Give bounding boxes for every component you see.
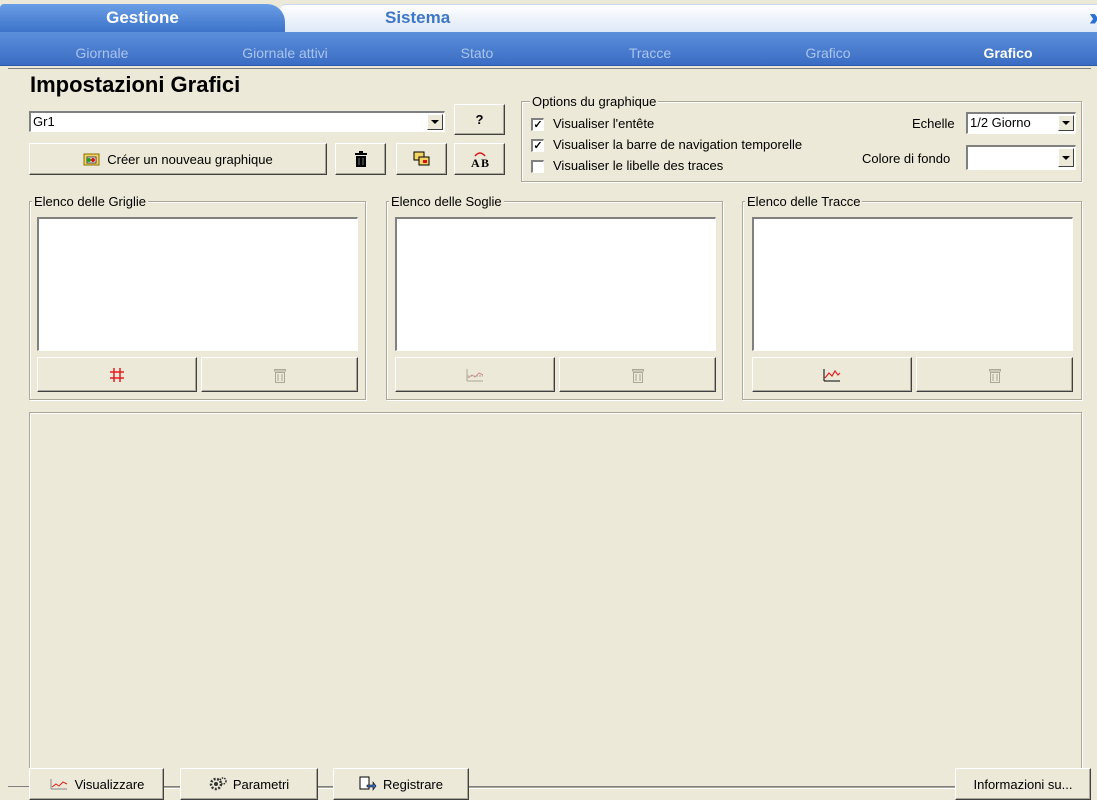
svg-text:B: B bbox=[481, 156, 489, 168]
subnav-giornale[interactable]: Giornale bbox=[22, 45, 182, 61]
create-graph-label: Créer un nouveau graphique bbox=[107, 151, 273, 167]
svg-text:A: A bbox=[471, 156, 480, 168]
delete-threshold-button[interactable] bbox=[559, 357, 716, 392]
delete-graph-button[interactable] bbox=[335, 143, 386, 175]
thresholds-list[interactable] bbox=[395, 217, 716, 351]
footer-divider bbox=[8, 786, 1091, 787]
trace-chart-icon bbox=[823, 368, 841, 381]
delete-trace-button[interactable] bbox=[916, 357, 1073, 392]
grids-list[interactable] bbox=[37, 217, 358, 351]
create-graph-button[interactable]: Créer un nouveau graphique bbox=[29, 143, 327, 175]
visualize-button[interactable]: Visualizzare bbox=[29, 768, 164, 800]
trash-disabled-icon bbox=[631, 368, 644, 383]
trash-disabled-icon bbox=[273, 368, 286, 383]
parameters-button[interactable]: Parametri bbox=[180, 768, 318, 800]
parameters-label: Parametri bbox=[232, 776, 290, 792]
graph-select-value: Gr1 bbox=[33, 114, 55, 129]
subnav-grafico-active[interactable]: Grafico bbox=[928, 45, 1088, 61]
visualize-label: Visualizzare bbox=[74, 776, 145, 792]
save-export-icon bbox=[359, 776, 377, 791]
options-group-title: Options du graphique bbox=[530, 94, 659, 109]
show-header-checkbox[interactable]: ✓ bbox=[531, 118, 544, 131]
subnav-grafico[interactable]: Grafico bbox=[748, 45, 908, 61]
trash-disabled-icon bbox=[988, 368, 1001, 383]
new-graph-icon bbox=[83, 153, 100, 166]
copy-icon bbox=[413, 151, 429, 166]
traces-list[interactable] bbox=[752, 217, 1073, 351]
show-timeline-label: Visualiser la barre de navigation tempor… bbox=[553, 137, 803, 152]
show-trace-labels-label: Visualiser le libelle des traces bbox=[553, 158, 724, 173]
help-button[interactable]: ? bbox=[454, 104, 505, 135]
grid-icon bbox=[110, 367, 124, 382]
tab-sistema[interactable]: Sistema ›› bbox=[280, 4, 1097, 32]
delete-grid-button[interactable] bbox=[201, 357, 358, 392]
gear-icon bbox=[209, 777, 227, 791]
scale-select-arrow-icon[interactable] bbox=[1058, 115, 1074, 131]
duplicate-graph-button[interactable] bbox=[396, 143, 447, 175]
preview-panel bbox=[29, 412, 1082, 788]
scale-select-value: 1/2 Giorno bbox=[970, 115, 1031, 130]
graph-select-arrow-icon[interactable] bbox=[427, 114, 443, 130]
trash-icon bbox=[354, 151, 367, 167]
tab-gestione[interactable]: Gestione bbox=[0, 4, 285, 32]
sub-navigation: Giornale Giornale attivi Stato Tracce Gr… bbox=[0, 32, 1097, 66]
scale-select[interactable]: 1/2 Giorno bbox=[966, 112, 1076, 134]
save-label: Registrare bbox=[383, 776, 443, 792]
subnav-stato[interactable]: Stato bbox=[397, 45, 557, 61]
page-title: Impostazioni Grafici bbox=[30, 72, 241, 97]
background-color-select[interactable] bbox=[966, 145, 1076, 170]
rename-graph-button[interactable]: A B bbox=[454, 143, 505, 175]
thresholds-group-title: Elenco delle Soglie bbox=[389, 194, 504, 209]
add-threshold-button[interactable] bbox=[395, 357, 555, 392]
subnav-giornale-attivi[interactable]: Giornale attivi bbox=[205, 45, 365, 61]
show-trace-labels-checkbox[interactable] bbox=[531, 160, 544, 173]
scale-label: Echelle bbox=[912, 116, 955, 131]
chart-icon bbox=[50, 779, 67, 790]
background-color-arrow-icon[interactable] bbox=[1058, 148, 1074, 167]
threshold-chart-icon bbox=[466, 368, 484, 381]
about-button[interactable]: Informazioni su... bbox=[955, 768, 1091, 800]
add-trace-button[interactable] bbox=[752, 357, 912, 392]
frame-divider bbox=[8, 68, 1091, 69]
save-button[interactable]: Registrare bbox=[333, 768, 469, 800]
background-color-label: Colore di fondo bbox=[862, 151, 951, 166]
grids-group-title: Elenco delle Griglie bbox=[32, 194, 149, 209]
top-tab-bar: Sistema ›› Gestione bbox=[0, 0, 1097, 32]
add-grid-button[interactable] bbox=[37, 357, 197, 392]
expand-chevron-icon[interactable]: ›› bbox=[1089, 5, 1097, 31]
show-timeline-checkbox[interactable]: ✓ bbox=[531, 139, 544, 152]
rename-ab-icon: A B bbox=[471, 152, 489, 168]
graph-select[interactable]: Gr1 bbox=[29, 111, 445, 132]
subnav-tracce[interactable]: Tracce bbox=[570, 45, 730, 61]
tab-sistema-label: Sistema bbox=[385, 8, 451, 27]
traces-group-title: Elenco delle Tracce bbox=[745, 194, 863, 209]
show-header-label: Visualiser l'entête bbox=[553, 116, 655, 131]
